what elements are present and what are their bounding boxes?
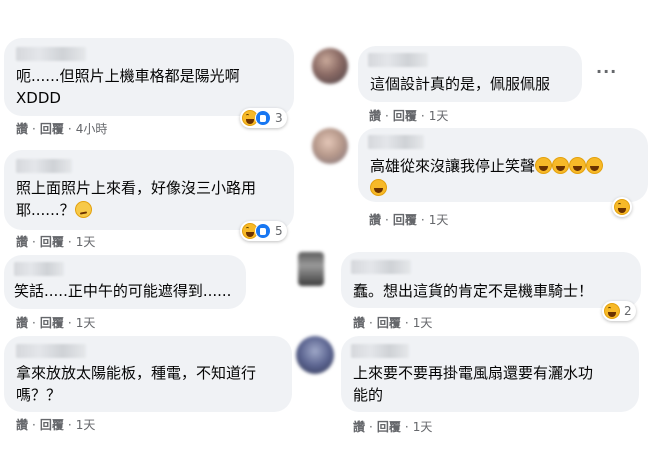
reaction-summary[interactable] [612, 197, 632, 217]
separator: · [420, 213, 425, 227]
separator: · [32, 122, 36, 136]
like-link[interactable]: 讚 [353, 418, 365, 435]
comment-text: 照上面照片上來看，好像沒三小路用 耶......？ [16, 179, 257, 219]
rofl-emoji-icon [535, 157, 553, 174]
comment-text: 這個設計真的是，佩服佩服 [370, 75, 551, 93]
like-link[interactable]: 讚 [16, 233, 28, 250]
comment-bubble: 笑話.....正中午的可能遮得到...... [4, 255, 246, 309]
comment-actions: 讚 · 回覆 · 1天 [353, 418, 432, 435]
comment-bubble: 照上面照片上來看，好像沒三小路用 耶......？ [4, 150, 294, 230]
author-name-redacted[interactable] [14, 262, 64, 276]
comment-text: 高雄從來沒讓我停止笑聲 [370, 155, 645, 199]
author-name-redacted[interactable] [16, 47, 86, 61]
author-name-redacted[interactable] [351, 260, 411, 274]
separator: · [385, 213, 389, 227]
like-link[interactable]: 讚 [369, 211, 381, 228]
comment-text: 蠢。想出這貨的肯定不是機車騎士！ [353, 282, 594, 300]
like-link[interactable]: 讚 [16, 314, 28, 331]
separator: · [404, 316, 409, 330]
reply-link[interactable]: 回覆 [40, 233, 64, 250]
comment-bubble: 上來要不要再掛電風扇還要有灑水功 能的 [341, 336, 639, 412]
rofl-emoji-icon [586, 157, 604, 174]
reaction-count: 2 [624, 304, 632, 318]
separator: · [67, 122, 72, 136]
comment-actions: 讚 · 回覆 · 1天 [16, 233, 95, 250]
comment-text: 呃......但照片上機車格都是陽光啊 XDDD [16, 67, 240, 107]
author-name-redacted[interactable] [16, 159, 72, 173]
avatar[interactable] [296, 336, 334, 374]
comment-actions: 讚 · 回覆 · 4小時 [16, 120, 107, 137]
rofl-emoji-icon [569, 157, 587, 174]
reply-link[interactable]: 回覆 [40, 416, 64, 433]
haha-icon [614, 199, 630, 215]
timestamp[interactable]: 1天 [413, 418, 433, 435]
author-name-redacted[interactable] [16, 344, 86, 358]
like-link[interactable]: 讚 [369, 107, 381, 124]
separator: · [420, 109, 425, 123]
timestamp[interactable]: 1天 [76, 314, 96, 331]
reaction-summary[interactable]: 5 [240, 221, 287, 241]
reply-link[interactable]: 回覆 [393, 211, 417, 228]
timestamp[interactable]: 1天 [76, 416, 96, 433]
reply-link[interactable]: 回覆 [40, 120, 64, 137]
author-name-redacted[interactable] [368, 53, 428, 67]
comment-actions: 讚 · 回覆 · 1天 [369, 107, 448, 124]
like-link[interactable]: 讚 [353, 314, 365, 331]
avatar[interactable] [298, 252, 324, 286]
comment-bubble: 拿來放放太陽能板，種電，不知道行 嗎？？ [4, 336, 292, 412]
separator: · [369, 316, 373, 330]
rofl-emoji-icon [552, 157, 570, 174]
separator: · [404, 420, 409, 434]
comment-bubble: 呃......但照片上機車格都是陽光啊 XDDD [4, 38, 294, 116]
rofl-emoji-icon [370, 179, 387, 196]
timestamp[interactable]: 4小時 [76, 120, 108, 137]
like-link[interactable]: 讚 [16, 416, 28, 433]
separator: · [67, 235, 72, 249]
separator: · [32, 235, 36, 249]
like-icon [255, 110, 271, 126]
separator: · [67, 418, 72, 432]
separator: · [385, 109, 389, 123]
separator: · [32, 316, 36, 330]
like-link[interactable]: 讚 [16, 120, 28, 137]
comment-text: 笑話.....正中午的可能遮得到...... [14, 282, 232, 300]
reply-link[interactable]: 回覆 [377, 314, 401, 331]
avatar[interactable] [312, 128, 348, 164]
more-options-icon[interactable]: ··· [596, 62, 617, 81]
reply-link[interactable]: 回覆 [40, 314, 64, 331]
comment-actions: 讚 · 回覆 · 1天 [16, 314, 95, 331]
comment-bubble: 這個設計真的是，佩服佩服 [358, 46, 582, 102]
avatar[interactable] [312, 48, 348, 84]
timestamp[interactable]: 1天 [429, 107, 449, 124]
comment-bubble: 高雄從來沒讓我停止笑聲 [358, 128, 648, 202]
reaction-summary[interactable]: 3 [240, 108, 287, 128]
reaction-count: 5 [275, 224, 283, 238]
reaction-summary[interactable]: 2 [602, 301, 636, 321]
author-name-redacted[interactable] [351, 344, 409, 358]
timestamp[interactable]: 1天 [429, 211, 449, 228]
like-icon [255, 223, 271, 239]
comment-bubble: 蠢。想出這貨的肯定不是機車騎士！ [341, 252, 641, 308]
reply-link[interactable]: 回覆 [393, 107, 417, 124]
comment-text: 上來要不要再掛電風扇還要有灑水功 能的 [353, 364, 594, 404]
reply-link[interactable]: 回覆 [377, 418, 401, 435]
timestamp[interactable]: 1天 [413, 314, 433, 331]
timestamp[interactable]: 1天 [76, 233, 96, 250]
comment-text: 拿來放放太陽能板，種電，不知道行 嗎？？ [16, 364, 257, 404]
separator: · [369, 420, 373, 434]
comment-actions: 讚 · 回覆 · 1天 [353, 314, 432, 331]
comment-actions: 讚 · 回覆 · 1天 [16, 416, 95, 433]
thinking-emoji-icon [74, 201, 92, 218]
haha-icon [604, 303, 620, 319]
separator: · [67, 316, 72, 330]
author-name-redacted[interactable] [368, 135, 424, 149]
separator: · [32, 418, 36, 432]
reaction-count: 3 [275, 111, 283, 125]
comment-actions: 讚 · 回覆 · 1天 [369, 211, 448, 228]
